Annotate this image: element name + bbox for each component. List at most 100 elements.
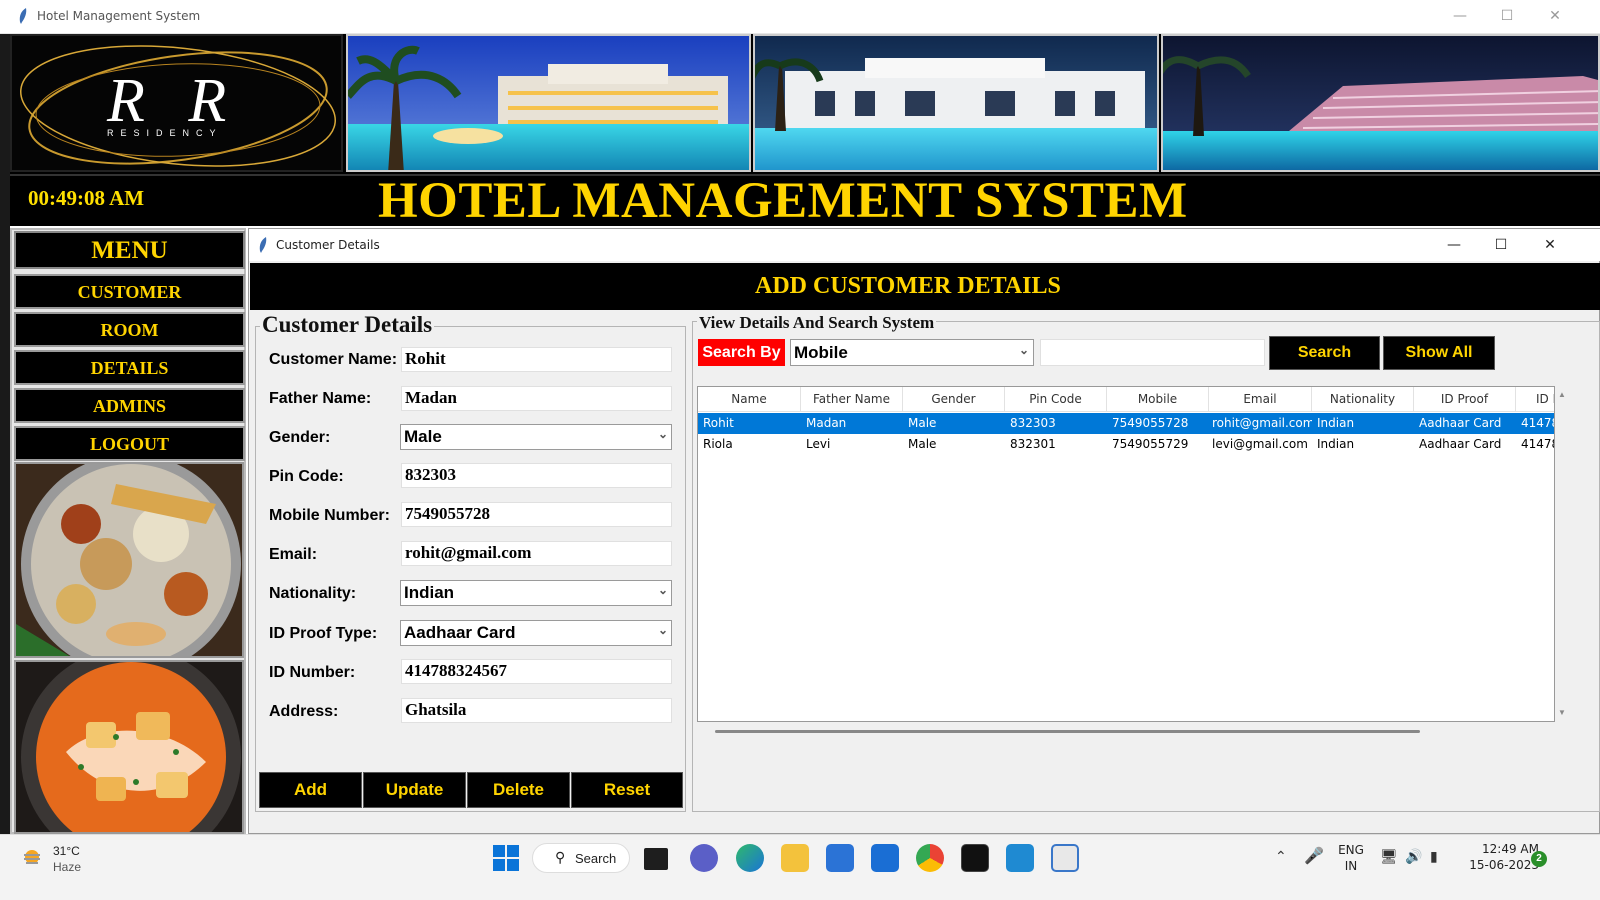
taskbar-search-box[interactable]: ⚲ Search [532,843,630,873]
customer-name-input[interactable]: Rohit [401,347,672,372]
customer-close-button[interactable]: ✕ [1540,235,1560,255]
column-header-id-proof[interactable]: ID Proof [1414,387,1516,412]
task-view-icon[interactable] [644,848,668,870]
menu-customer-button[interactable]: CUSTOMER [14,274,245,309]
column-header-name[interactable]: Name [698,387,801,412]
mail-icon[interactable] [871,844,899,872]
column-header-pin-code[interactable]: Pin Code [1005,387,1107,412]
table-vertical-scrollbar[interactable]: ▲ ▼ [1555,386,1569,722]
system-title: HOTEL MANAGEMENT SYSTEM [378,173,1188,229]
network-icon[interactable]: 🖥 [1380,848,1398,865]
chevron-up-icon[interactable]: ⌃ [1275,848,1287,865]
chrome-icon[interactable] [916,844,944,872]
cell-nationality: Indian [1317,416,1355,430]
delete-button[interactable]: Delete [467,772,570,808]
search-input[interactable] [1040,339,1265,366]
microsoft-store-icon[interactable] [826,844,854,872]
chat-icon[interactable] [690,844,718,872]
chevron-down-icon: ⌄ [657,623,668,637]
search-by-select[interactable]: Mobile ⌄ [790,339,1034,366]
hotel-photo-1 [346,34,751,172]
cell-name: Riola [703,437,733,451]
close-button[interactable]: ✕ [1545,6,1565,26]
menu-logout-button[interactable]: LOGOUT [14,426,245,461]
gender-select[interactable]: Male ⌄ [400,424,672,450]
menu-room-button[interactable]: ROOM [14,312,245,347]
nationality-select-value: Indian [404,583,455,602]
cell-father-name: Levi [806,437,831,451]
menu-details-button[interactable]: DETAILS [14,350,245,385]
cell-id-proof: Aadhaar Card [1419,416,1502,430]
vscode-icon[interactable] [1006,844,1034,872]
nationality-select[interactable]: Indian ⌄ [400,580,672,606]
terminal-icon[interactable] [961,844,989,872]
file-explorer-icon[interactable] [781,844,809,872]
father-name-label: Father Name: [269,390,372,407]
column-header-mobile[interactable]: Mobile [1107,387,1209,412]
notification-badge[interactable]: 2 [1531,851,1547,867]
main-title-bar: Hotel Management System [0,0,1600,34]
python-app-icon[interactable] [1051,844,1079,872]
language-top[interactable]: ENG [1335,843,1367,857]
windows-start-icon[interactable] [493,845,519,871]
add-customer-heading-text: ADD CUSTOMER DETAILS [755,273,1061,299]
microphone-icon[interactable]: 🎤 [1304,846,1324,866]
chevron-down-icon: ⌄ [1018,343,1029,357]
address-label: Address: [269,703,339,720]
weather-description[interactable]: Haze [53,860,81,874]
battery-icon[interactable]: ▮ [1430,848,1438,865]
cell-mobile: 7549055728 [1112,416,1189,430]
scroll-down-icon[interactable]: ▼ [1558,708,1566,717]
column-header-email[interactable]: Email [1209,387,1312,412]
edge-browser-icon[interactable] [736,844,764,872]
customer-window-title: Customer Details [276,238,380,252]
id-number-input[interactable]: 414788324567 [401,659,672,684]
scroll-up-icon[interactable]: ▲ [1558,390,1566,399]
feather-icon [19,8,27,24]
language-bottom[interactable]: IN [1335,859,1367,873]
customer-window-title-bar [249,229,1600,261]
gender-label: Gender: [269,429,331,446]
cell-father-name: Madan [806,416,847,430]
show-all-button[interactable]: Show All [1383,336,1495,370]
pin-code-input[interactable]: 832303 [401,463,672,488]
update-button[interactable]: Update [363,772,466,808]
taskbar-date[interactable]: 15-06-2023 [1455,858,1539,872]
column-header-nationality[interactable]: Nationality [1312,387,1414,412]
customer-maximize-button[interactable]: ☐ [1491,235,1511,255]
volume-icon[interactable]: 🔊 [1405,848,1422,865]
mobile-number-input[interactable]: 7549055728 [401,502,672,527]
id-proof-select[interactable]: Aadhaar Card ⌄ [400,620,672,646]
table-row[interactable]: Riola Levi Male 832301 7549055729 levi@g… [698,434,1554,455]
email-label: Email: [269,546,318,563]
clock-display: 00:49:08 AM [28,186,145,210]
add-customer-heading: ADD CUSTOMER DETAILS [250,263,1600,310]
table-row[interactable]: Rohit Madan Male 832303 7549055728 rohit… [698,413,1554,434]
search-button[interactable]: Search [1269,336,1380,370]
minimize-button[interactable]: — [1450,6,1470,26]
taskbar-clock[interactable]: 12:49 AM [1455,842,1539,856]
weather-icon[interactable] [20,845,44,869]
column-header-gender[interactable]: Gender [903,387,1005,412]
horizontal-scroll-thumb[interactable] [715,730,1420,733]
nationality-label: Nationality: [269,585,357,602]
hotel-photo-3 [1161,34,1600,172]
column-header-father-name[interactable]: Father Name [801,387,903,412]
food-photo-thali [14,462,244,658]
father-name-input[interactable]: Madan [401,386,672,411]
customer-minimize-button[interactable]: — [1444,235,1464,255]
customer-table[interactable]: Name Father Name Gender Pin Code Mobile … [697,386,1555,722]
column-header-id-number[interactable]: ID I [1516,387,1554,412]
email-input[interactable]: rohit@gmail.com [401,541,672,566]
maximize-button[interactable]: ☐ [1497,6,1517,26]
customer-details-legend: Customer Details [260,312,435,338]
view-search-legend: View Details And Search System [697,313,937,333]
menu-admins-button[interactable]: ADMINS [14,388,245,423]
address-input[interactable]: Ghatsila [401,698,672,723]
chevron-down-icon: ⌄ [657,583,668,597]
reset-button[interactable]: Reset [571,772,683,808]
add-button[interactable]: Add [259,772,362,808]
weather-temperature[interactable]: 31°C [53,844,80,858]
cell-gender: Male [908,416,937,430]
logo-text: R R [107,67,241,135]
